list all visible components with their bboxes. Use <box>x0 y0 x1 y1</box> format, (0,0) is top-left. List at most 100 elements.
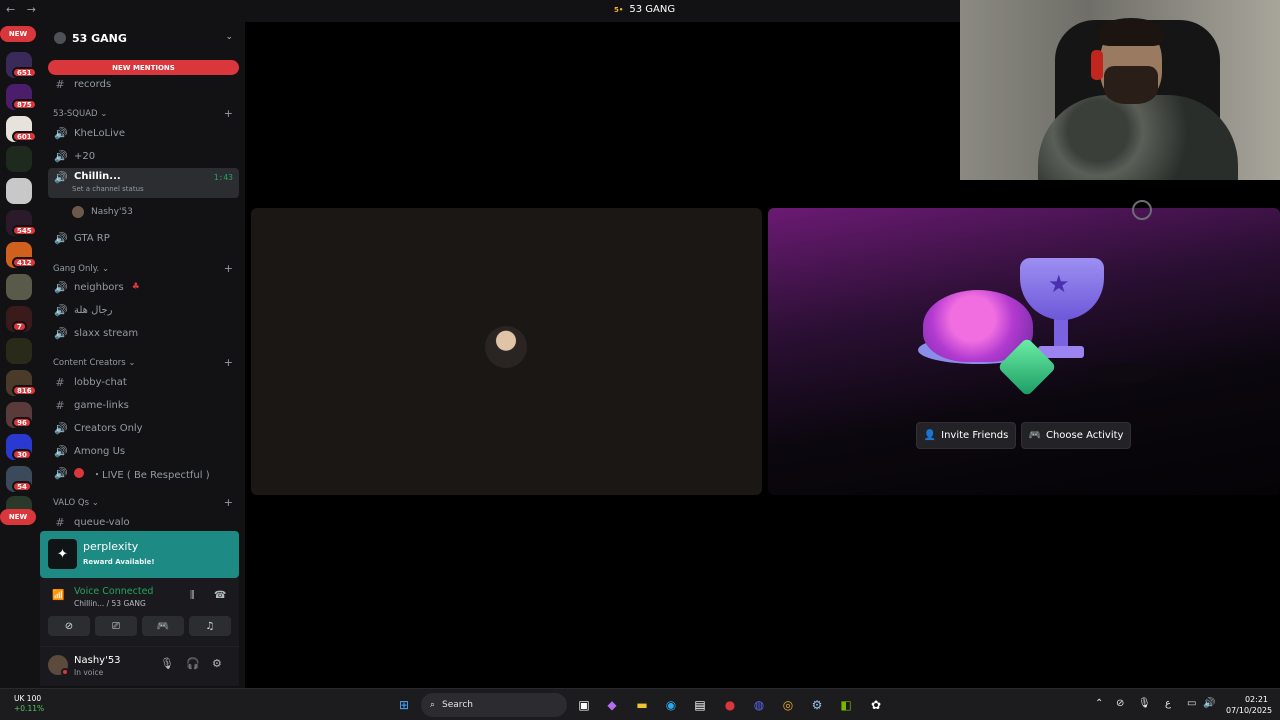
category-content-creators[interactable]: Content Creators ⌄ + <box>53 356 233 370</box>
speaker-icon: 🔊 <box>54 444 68 458</box>
category-53-squad[interactable]: 53-SQUAD ⌄ + <box>53 107 233 121</box>
channel-label: Among Us <box>74 445 126 457</box>
voice-status[interactable]: Voice Connected <box>74 586 153 597</box>
promo-banner[interactable]: ✦ perplexity Reward Available! <box>40 531 239 578</box>
channel-creators-only[interactable]: 🔊 Creators Only <box>48 418 239 438</box>
channel-plus20[interactable]: 🔊 +20 <box>48 146 239 166</box>
hash-icon: # <box>55 398 65 412</box>
channel-label: records <box>74 78 112 90</box>
unread-badge: 54 <box>12 481 32 492</box>
add-channel-icon[interactable]: + <box>224 496 233 509</box>
task-view-icon[interactable]: ▣ <box>573 694 595 716</box>
speaker-icon: 🔊 <box>54 326 68 340</box>
channel-chillin-active[interactable]: 🔊 Chillin... Set a channel status 1:43 <box>48 168 239 198</box>
unread-badge: 545 <box>12 225 37 236</box>
nav-arrows-icon[interactable]: ← → <box>6 3 40 16</box>
invite-friends-button[interactable]: 👤 Invite Friends <box>916 422 1016 449</box>
channel-queue-valo[interactable]: # queue-valo <box>48 512 239 532</box>
hash-icon: # <box>55 515 65 529</box>
speaker-icon: 🔊 <box>54 171 68 184</box>
disconnect-icon[interactable]: ☎ <box>214 590 226 601</box>
gear-icon[interactable]: ⚙ <box>212 657 222 670</box>
new-pill-bottom[interactable]: NEW <box>0 509 36 525</box>
channel-arabic[interactable]: 🔊 رجال هلة <box>48 300 239 320</box>
channel-gta-rp[interactable]: 🔊 GTA RP <box>48 228 239 248</box>
discord-icon[interactable]: ◍ <box>748 694 770 716</box>
new-pill-top[interactable]: NEW <box>0 26 36 42</box>
channel-status-hint[interactable]: Set a channel status <box>72 185 144 193</box>
speaker-icon: 🔊 <box>54 280 68 294</box>
participant-tile[interactable] <box>251 208 762 495</box>
microphone-icon[interactable]: 🎙 <box>160 657 174 670</box>
username[interactable]: Nashy'53 <box>74 655 121 666</box>
system-clock[interactable]: 02:21 07/10/2025 <box>1226 694 1272 716</box>
channel-khelolive[interactable]: 🔊 KheLoLive <box>48 123 239 143</box>
category-gang-only[interactable]: Gang Only. ⌄ + <box>53 262 233 276</box>
screen-share-button[interactable]: ⎚ <box>95 616 137 636</box>
server-rail: NEW 651 875 601 545 412 7 816 96 30 54 N… <box>0 22 40 688</box>
copilot-icon[interactable]: ◆ <box>601 694 623 716</box>
app-icon[interactable]: ● <box>719 694 741 716</box>
server-icon[interactable] <box>6 338 32 364</box>
store-icon[interactable]: ▤ <box>689 694 711 716</box>
channel-among-us[interactable]: 🔊 Among Us <box>48 441 239 461</box>
activity-tile: ★ 👤 Invite Friends 🎮 Choose Activity <box>768 208 1280 495</box>
voice-location[interactable]: Chillin... / 53 GANG <box>74 599 146 608</box>
server-icon[interactable] <box>6 146 32 172</box>
voice-member[interactable]: Nashy'53 <box>72 204 133 220</box>
channel-label: slaxx stream <box>74 327 139 339</box>
channel-records[interactable]: # records <box>48 74 239 94</box>
settings-icon[interactable]: ✿ <box>865 694 887 716</box>
add-channel-icon[interactable]: + <box>224 356 233 369</box>
signal-icon[interactable]: 📶 <box>52 590 64 601</box>
guild-header[interactable]: 53 GANG ⌄ <box>40 22 245 54</box>
folder-icon[interactable]: ▬ <box>631 694 653 716</box>
choose-activity-button[interactable]: 🎮 Choose Activity <box>1021 422 1131 449</box>
noise-suppression-icon[interactable]: ⫼ <box>190 590 195 601</box>
add-channel-icon[interactable]: + <box>224 262 233 275</box>
channel-lobby-chat[interactable]: # lobby-chat <box>48 372 239 392</box>
guild-name: 53 GANG <box>72 31 127 45</box>
taskbar-search[interactable]: ⌕ Search <box>421 693 567 717</box>
stock-label: UK 100 <box>14 694 42 703</box>
edge-icon[interactable]: ◉ <box>660 694 682 716</box>
microphone-icon[interactable]: 🎙 <box>1138 698 1151 709</box>
chevron-down-icon[interactable]: ⌄ <box>225 32 233 42</box>
taskbar: UK 100 +0.11% ⊞ ⌕ Search ▣ ◆ ▬ ◉ ▤ ● ◍ ◎… <box>0 688 1280 720</box>
chevron-up-icon[interactable]: ⌃ <box>1095 698 1103 709</box>
speaker-icon: 🔊 <box>54 303 68 317</box>
volume-icon[interactable]: 🔊 <box>1203 698 1215 709</box>
guild-icon <box>54 32 66 44</box>
channel-neighbors[interactable]: 🔊 neighbors ♣ <box>48 277 239 297</box>
unread-badge: 651 <box>12 67 37 78</box>
windows-start-icon[interactable]: ⊞ <box>393 694 415 716</box>
server-badge: 5• <box>614 5 624 14</box>
soundboard-button[interactable]: ♫ <box>189 616 231 636</box>
camera-off-button[interactable]: ⊘ <box>48 616 90 636</box>
chrome-icon[interactable]: ◎ <box>777 694 799 716</box>
headphones-icon[interactable]: 🎧 <box>186 657 200 670</box>
server-icon[interactable] <box>6 178 32 204</box>
channel-game-links[interactable]: # game-links <box>48 395 239 415</box>
member-name: Nashy'53 <box>91 207 133 217</box>
language-indicator[interactable]: ع <box>1165 698 1171 709</box>
activity-button[interactable]: 🎮 <box>142 616 184 636</box>
speaker-icon: 🔊 <box>54 421 68 435</box>
nvidia-icon[interactable]: ◧ <box>835 694 857 716</box>
steam-icon[interactable]: ⚙ <box>806 694 828 716</box>
channel-label: game-links <box>74 399 129 411</box>
category-valo[interactable]: VALO Qs ⌄ + <box>53 496 233 510</box>
promo-name: perplexity <box>83 540 139 553</box>
channel-slaxx-stream[interactable]: 🔊 slaxx stream <box>48 323 239 343</box>
stock-widget[interactable]: UK 100 +0.11% <box>14 694 44 714</box>
monitor-icon[interactable]: ▭ <box>1187 698 1196 709</box>
channel-label: +20 <box>74 150 96 162</box>
user-status: In voice <box>74 668 104 677</box>
server-icon[interactable] <box>6 274 32 300</box>
add-channel-icon[interactable]: + <box>224 107 233 120</box>
voice-timer: 1:43 <box>213 173 233 182</box>
new-mentions-banner[interactable]: NEW MENTIONS <box>48 60 239 75</box>
channel-label: Creators Only <box>74 422 143 434</box>
channel-live[interactable]: 🔊 ・LIVE ( Be Respectful ) <box>48 463 239 483</box>
network-off-icon[interactable]: ⊘ <box>1116 698 1124 709</box>
